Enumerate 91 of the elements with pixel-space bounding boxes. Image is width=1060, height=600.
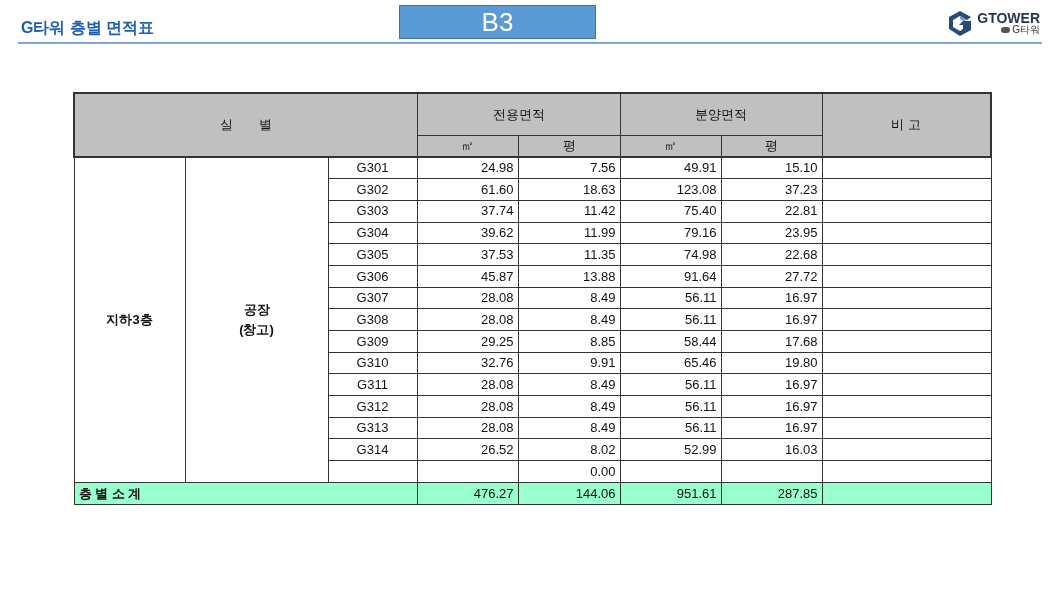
unit-header: ㎡ (664, 138, 677, 153)
table-cell: 37.53 (480, 246, 514, 262)
unit-header: ㎡ (461, 138, 474, 153)
table-cell: 287.85 (777, 485, 818, 501)
table-cell: 28.08 (480, 290, 514, 306)
table-cell: 16.97 (784, 420, 818, 436)
room-cell: G311 (357, 376, 388, 392)
table-cell: 56.11 (684, 290, 717, 306)
table-cell: 56.11 (684, 398, 717, 414)
column-header: 전용면적 (492, 106, 545, 122)
room-cell: G301 (356, 160, 389, 176)
table-cell: 123.08 (676, 181, 717, 197)
room-cell: G305 (356, 246, 389, 262)
unit-header: 평 (765, 138, 778, 153)
table-cell: 18.63 (582, 181, 616, 197)
table-cell: 9.91 (590, 355, 616, 371)
table-cell: 16.97 (784, 398, 818, 414)
floor-badge: B3 (399, 5, 596, 39)
table-cell: 8.49 (590, 398, 616, 414)
table-cell: 8.49 (590, 376, 616, 392)
table-cell: 16.97 (784, 376, 818, 392)
table-cell: 11.99 (583, 225, 616, 241)
table-cell: 28.08 (480, 376, 514, 392)
use-cell: 공장 (창고) (239, 302, 274, 337)
table-cell: 0.00 (590, 463, 616, 479)
room-cell: G304 (356, 225, 389, 241)
floor-cell: 지하3층 (106, 312, 153, 328)
logo-icon (947, 10, 974, 36)
table-cell: 56.11 (684, 311, 717, 327)
table-cell: 91.64 (683, 268, 717, 284)
room-cell: G313 (356, 420, 389, 436)
table-cell: 8.49 (590, 290, 616, 306)
room-cell: G307 (356, 290, 389, 306)
table-cell: 37.23 (784, 181, 818, 197)
room-cell: G302 (356, 181, 389, 197)
table-cell: 16.97 (784, 290, 818, 306)
table-cell: 8.02 (590, 442, 616, 458)
table-cell: 7.56 (590, 160, 616, 176)
table-cell: 65.46 (683, 355, 717, 371)
column-header: 비 고 (891, 117, 922, 133)
room-cell: G303 (356, 203, 389, 219)
column-header: 분양면적 (695, 106, 747, 122)
room-cell: G310 (356, 355, 389, 371)
table-cell: 16.97 (784, 311, 818, 327)
table-cell: 49.91 (683, 160, 717, 176)
table-cell: 26.52 (480, 442, 514, 458)
table-cell: 45.87 (480, 268, 514, 284)
table-cell: 75.40 (683, 203, 717, 219)
table-cell: 37.74 (480, 203, 514, 219)
table-cell: 22.68 (784, 246, 818, 262)
table-cell: 15.10 (784, 160, 818, 176)
room-cell: G314 (356, 442, 389, 458)
table-cell: 17.68 (784, 333, 818, 349)
table-cell: 144.06 (575, 485, 616, 501)
table-cell: 28.08 (480, 398, 514, 414)
table-cell: 74.98 (683, 246, 717, 262)
table-cell: 52.99 (683, 442, 717, 458)
table-cell: 24.98 (480, 160, 514, 176)
table-cell: 28.08 (480, 311, 514, 327)
room-cell: G312 (356, 398, 389, 414)
table-cell: 13.88 (582, 268, 616, 284)
logo-name: GTOWER (977, 11, 1040, 25)
table-cell: 8.85 (590, 333, 616, 349)
table-cell: 27.72 (784, 268, 818, 284)
table-cell: 61.60 (480, 181, 514, 197)
room-cell: G306 (356, 268, 389, 284)
table-cell: 8.49 (590, 311, 616, 327)
page-title: G타워 층별 면적표 (21, 18, 155, 38)
unit-header: 평 (562, 138, 576, 153)
table-cell: 8.49 (590, 420, 616, 436)
table-cell: 39.62 (480, 225, 514, 241)
room-cell: G309 (356, 333, 389, 349)
logo-subtitle: G타워 (1001, 25, 1040, 35)
table-cell: 22.81 (784, 203, 818, 219)
table-cell: 11.35 (583, 246, 616, 262)
table-cell: 29.25 (480, 333, 514, 349)
table-cell: 32.76 (480, 355, 514, 371)
column-header: 실 별 (219, 117, 272, 133)
room-cell: G308 (356, 311, 389, 327)
table-cell: 79.16 (683, 225, 717, 241)
table-cell: 23.95 (784, 225, 818, 241)
table-cell: 476.27 (473, 485, 514, 501)
table-cell: 19.80 (784, 355, 818, 371)
table-cell: 56.11 (684, 376, 717, 392)
table-cell: 951.61 (676, 485, 717, 501)
table-cell: 16.03 (784, 442, 818, 458)
table-cell: 11.42 (583, 203, 616, 219)
subtotal-label: 층 별 소 계 (78, 485, 142, 501)
table-cell: 56.11 (684, 420, 717, 436)
table-cell: 58.44 (683, 333, 717, 349)
table-cell: 28.08 (480, 420, 514, 436)
